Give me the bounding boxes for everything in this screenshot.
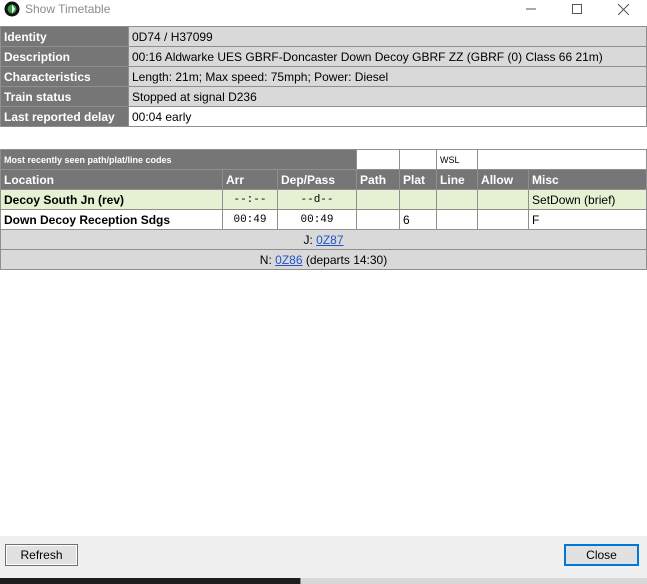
info-value: Length: 21m; Max speed: 75mph; Power: Di…: [128, 66, 647, 87]
next-suffix: (departs 14:30): [302, 252, 388, 267]
table-row: Down Decoy Reception Sdgs 00:49 00:49 6 …: [0, 209, 647, 230]
next-prefix: N:: [259, 252, 276, 267]
button-bar: Refresh Close: [0, 536, 647, 578]
info-row-train-status: Train status Stopped at signal D236: [0, 86, 647, 107]
close-button[interactable]: Close: [564, 544, 639, 566]
background-dark-panel: [0, 578, 300, 584]
cell-arr: --:--: [222, 189, 278, 210]
cell-location: Down Decoy Reception Sdgs: [0, 209, 223, 230]
next-cell: N: 0Z86 (departs 14:30): [0, 249, 647, 270]
cell-location: Decoy South Jn (rev): [0, 189, 223, 210]
timetable-table: Most recently seen path/plat/line codes …: [0, 149, 647, 270]
background-grid-panel: [300, 578, 647, 584]
codes-plat: [399, 149, 438, 170]
info-value: 0D74 / H37099: [128, 26, 647, 47]
cell-path: [356, 189, 401, 210]
info-label: Description: [0, 46, 129, 67]
join-link[interactable]: 0Z87: [316, 233, 343, 247]
col-misc: Misc: [528, 169, 647, 190]
maximize-button[interactable]: [554, 0, 600, 18]
info-value: Stopped at signal D236: [128, 86, 647, 107]
next-row: N: 0Z86 (departs 14:30): [0, 249, 647, 270]
column-header-row: Location Arr Dep/Pass Path Plat Line All…: [0, 169, 647, 190]
window-title: Show Timetable: [25, 2, 111, 16]
col-allow: Allow: [477, 169, 530, 190]
close-window-button[interactable]: [600, 0, 646, 18]
minimize-button[interactable]: [508, 0, 554, 18]
title-bar[interactable]: Show Timetable: [0, 0, 647, 18]
col-dep: Dep/Pass: [276, 169, 358, 190]
join-prefix: J:: [303, 232, 317, 247]
codes-rest: [477, 149, 647, 170]
info-value: 00:04 early: [128, 106, 647, 127]
cell-arr: 00:49: [222, 209, 278, 230]
info-row-characteristics: Characteristics Length: 21m; Max speed: …: [0, 66, 647, 87]
codes-line: WSL: [436, 149, 479, 170]
info-value: 00:16 Aldwarke UES GBRF-Doncaster Down D…: [128, 46, 647, 67]
refresh-button[interactable]: Refresh: [5, 544, 78, 566]
col-path: Path: [356, 169, 401, 190]
cell-dep: --d--: [276, 189, 358, 210]
cell-allow: [477, 209, 530, 230]
info-row-last-delay: Last reported delay 00:04 early: [0, 106, 647, 127]
info-label: Identity: [0, 26, 129, 47]
join-row: J: 0Z87: [0, 229, 647, 250]
codes-row: Most recently seen path/plat/line codes …: [0, 149, 647, 170]
table-row: Decoy South Jn (rev) --:-- --d-- SetDown…: [0, 189, 647, 210]
col-location: Location: [0, 169, 223, 190]
timetable-content: Identity 0D74 / H37099 Description 00:16…: [0, 26, 647, 536]
info-label: Last reported delay: [0, 106, 129, 127]
cell-dep: 00:49: [276, 209, 358, 230]
background-window-strip: [0, 578, 647, 584]
cell-line: [436, 189, 479, 210]
col-arr: Arr: [222, 169, 278, 190]
col-plat: Plat: [399, 169, 438, 190]
cell-line: [436, 209, 479, 230]
next-link[interactable]: 0Z86: [275, 253, 302, 267]
join-cell: J: 0Z87: [0, 229, 647, 250]
app-icon: [4, 1, 20, 17]
col-line: Line: [436, 169, 479, 190]
cell-misc: SetDown (brief): [528, 189, 647, 210]
cell-plat: 6: [399, 209, 438, 230]
info-row-description: Description 00:16 Aldwarke UES GBRF-Donc…: [0, 46, 647, 67]
cell-path: [356, 209, 401, 230]
train-info-table: Identity 0D74 / H37099 Description 00:16…: [0, 26, 647, 127]
info-label: Train status: [0, 86, 129, 107]
codes-label: Most recently seen path/plat/line codes: [0, 149, 358, 170]
info-row-identity: Identity 0D74 / H37099: [0, 26, 647, 47]
codes-path: [356, 149, 401, 170]
info-label: Characteristics: [0, 66, 129, 87]
cell-plat: [399, 189, 438, 210]
cell-misc: F: [528, 209, 647, 230]
cell-allow: [477, 189, 530, 210]
